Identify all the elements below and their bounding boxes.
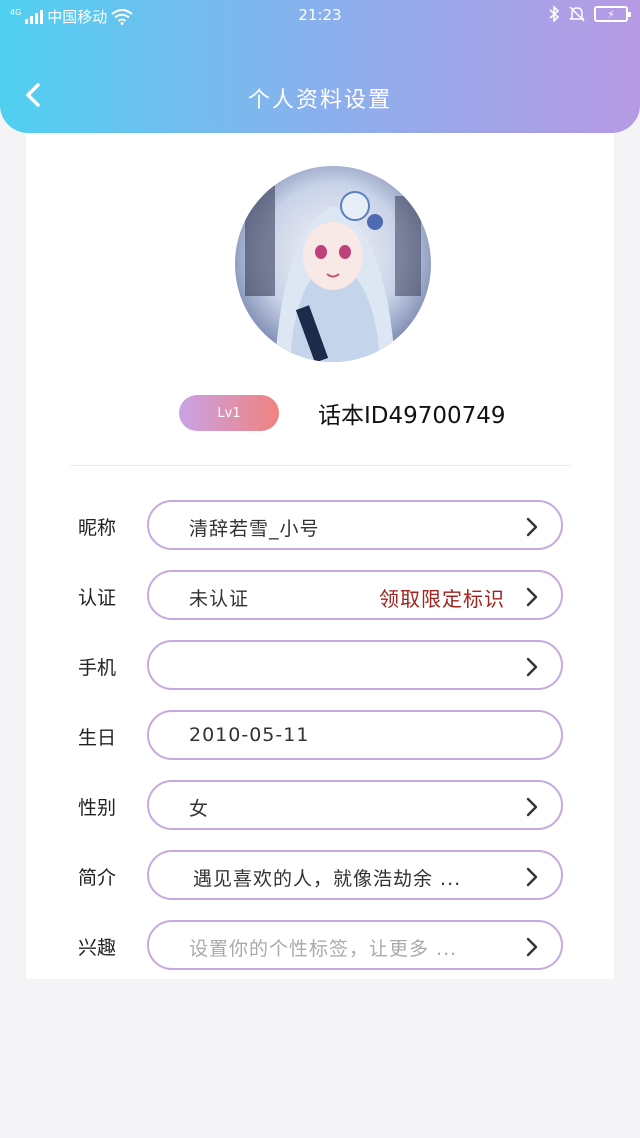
battery-charging-icon: ⚡: [594, 6, 631, 22]
interests-field[interactable]: 设置你的个性标签，让更多 ...: [147, 920, 563, 970]
page-title: 个人资料设置: [247, 88, 392, 113]
nickname-field[interactable]: 清辞若雪_小号: [147, 500, 563, 550]
chevron-right-icon: [526, 657, 538, 677]
chevron-right-icon: [526, 867, 538, 887]
bio-field[interactable]: 遇见喜欢的人，就像浩劫余 ...: [147, 850, 563, 900]
mute-bell-icon: [569, 6, 585, 22]
verification-label: 认证: [78, 587, 117, 609]
nickname-value: 清辞若雪_小号: [189, 518, 320, 540]
user-id: 话本ID49700749: [318, 403, 506, 429]
chevron-right-icon: [526, 797, 538, 817]
nickname-label: 昵称: [78, 517, 117, 539]
verification-value: 未认证: [189, 588, 250, 610]
birthday-label: 生日: [78, 727, 117, 749]
divider: [70, 465, 570, 466]
bio-value: 遇见喜欢的人，就像浩劫余 ...: [193, 868, 462, 890]
status-right: ⚡: [548, 5, 631, 23]
claim-badge-link[interactable]: 领取限定标识: [379, 583, 505, 612]
avatar-image: [235, 166, 431, 362]
gender-value: 女: [189, 798, 210, 820]
phone-label: 手机: [78, 657, 117, 679]
birthday-value: 2010-05-11: [189, 724, 310, 746]
gender-field[interactable]: 女: [147, 780, 563, 830]
bluetooth-icon: [549, 5, 560, 23]
gender-label: 性别: [78, 797, 117, 819]
birthday-field[interactable]: 2010-05-11: [147, 710, 563, 760]
chevron-right-icon: [526, 937, 538, 957]
bio-label: 简介: [78, 867, 117, 889]
avatar[interactable]: [235, 166, 431, 362]
chevron-right-icon: [526, 517, 538, 537]
verification-field[interactable]: 未认证 领取限定标识: [147, 570, 563, 620]
interests-placeholder: 设置你的个性标签，让更多 ...: [189, 938, 458, 960]
interests-label: 兴趣: [78, 937, 117, 959]
header-bar: 4G 中国移动 21:23 ⚡ 个人资料设置: [0, 0, 640, 133]
phone-field[interactable]: [147, 640, 563, 690]
status-time: 21:23: [298, 6, 342, 24]
chevron-right-icon: [526, 587, 538, 607]
level-badge: Lv1: [179, 395, 279, 431]
status-bar: 4G 中国移动 21:23 ⚡: [0, 0, 640, 32]
